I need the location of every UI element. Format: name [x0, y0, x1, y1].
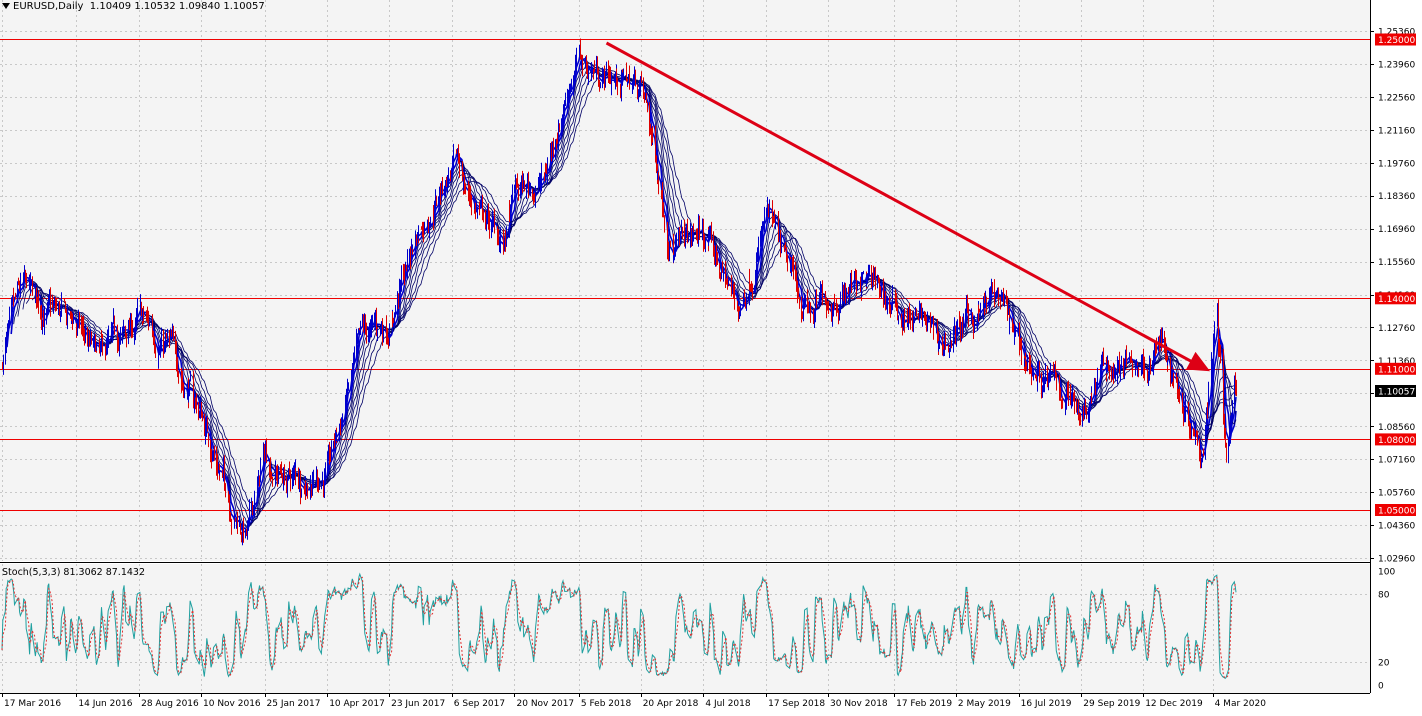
level-price-label: 1.25000 — [1378, 36, 1415, 46]
price-tick-label: 1.02960 — [1378, 555, 1415, 565]
price-tick-label: 1.19760 — [1378, 159, 1415, 169]
date-tick-label: 10 Nov 2016 — [203, 699, 261, 709]
price-tick-label: 1.12760 — [1378, 324, 1415, 334]
price-tick-label: 1.23960 — [1378, 60, 1415, 70]
date-tick-label: 16 Jul 2019 — [1021, 699, 1072, 709]
stoch-tick-label: 80 — [1378, 590, 1390, 600]
level-price-label: 1.08000 — [1378, 436, 1415, 446]
price-tick-label: 1.16960 — [1378, 225, 1415, 235]
ohlc-values: 1.10409 1.10532 1.09840 1.10057 — [89, 1, 265, 12]
date-tick-label: 2 May 2019 — [958, 699, 1011, 709]
date-tick-label: 29 Sep 2019 — [1083, 699, 1140, 709]
date-tick-label: 30 Nov 2018 — [830, 699, 888, 709]
level-price-label: 1.11000 — [1378, 365, 1415, 375]
stoch-label: Stoch(5,3,3) 81.3062 87.1432 — [2, 567, 146, 578]
date-tick-label: 17 Feb 2019 — [896, 699, 952, 709]
date-tick-label: 20 Apr 2018 — [643, 699, 699, 709]
level-price-label: 1.14000 — [1378, 295, 1415, 305]
price-tick-label: 1.18360 — [1378, 192, 1415, 202]
price-tick-label: 1.08560 — [1378, 423, 1415, 433]
stoch-tick-label: 0 — [1378, 682, 1384, 692]
date-tick-label: 12 Dec 2019 — [1145, 699, 1203, 709]
price-tick-label: 1.07160 — [1378, 456, 1415, 466]
date-tick-label: 4 Jul 2018 — [705, 699, 750, 709]
symbol-label: EURUSD,Daily — [13, 1, 84, 12]
price-tick-label: 1.15560 — [1378, 258, 1415, 268]
date-tick-label: 10 Apr 2017 — [329, 699, 385, 709]
dropdown-triangle-icon[interactable] — [2, 3, 10, 9]
date-tick-label: 28 Aug 2016 — [141, 699, 199, 709]
stoch-tick-label: 20 — [1378, 659, 1390, 669]
date-tick-label: 6 Sep 2017 — [454, 699, 505, 709]
date-tick-label: 17 Mar 2016 — [4, 699, 61, 709]
current-price-label: 1.10057 — [1378, 388, 1415, 398]
date-tick-label: 5 Feb 2018 — [581, 699, 632, 709]
chart-header: EURUSD,Daily 1.10409 1.10532 1.09840 1.1… — [2, 1, 265, 12]
date-tick-label: 25 Jan 2017 — [267, 699, 321, 709]
price-tick-label: 1.22560 — [1378, 93, 1415, 103]
stoch-header: Stoch(5,3,3) 81.3062 87.1432 — [2, 567, 145, 578]
date-tick-label: 14 Jun 2016 — [78, 699, 132, 709]
price-tick-label: 1.04360 — [1378, 522, 1415, 532]
date-tick-label: 20 Nov 2017 — [517, 699, 575, 709]
stoch-tick-label: 100 — [1378, 568, 1395, 578]
price-tick-label: 1.05760 — [1378, 489, 1415, 499]
price-tick-label: 1.21160 — [1378, 126, 1415, 136]
date-tick-label: 4 Mar 2020 — [1215, 699, 1267, 709]
level-price-label: 1.05000 — [1378, 507, 1415, 517]
date-tick-label: 23 Jun 2017 — [391, 699, 445, 709]
chart-area[interactable]: 1.253601.239601.225601.211601.197601.183… — [0, 0, 1422, 716]
date-tick-label: 17 Sep 2018 — [768, 699, 825, 709]
